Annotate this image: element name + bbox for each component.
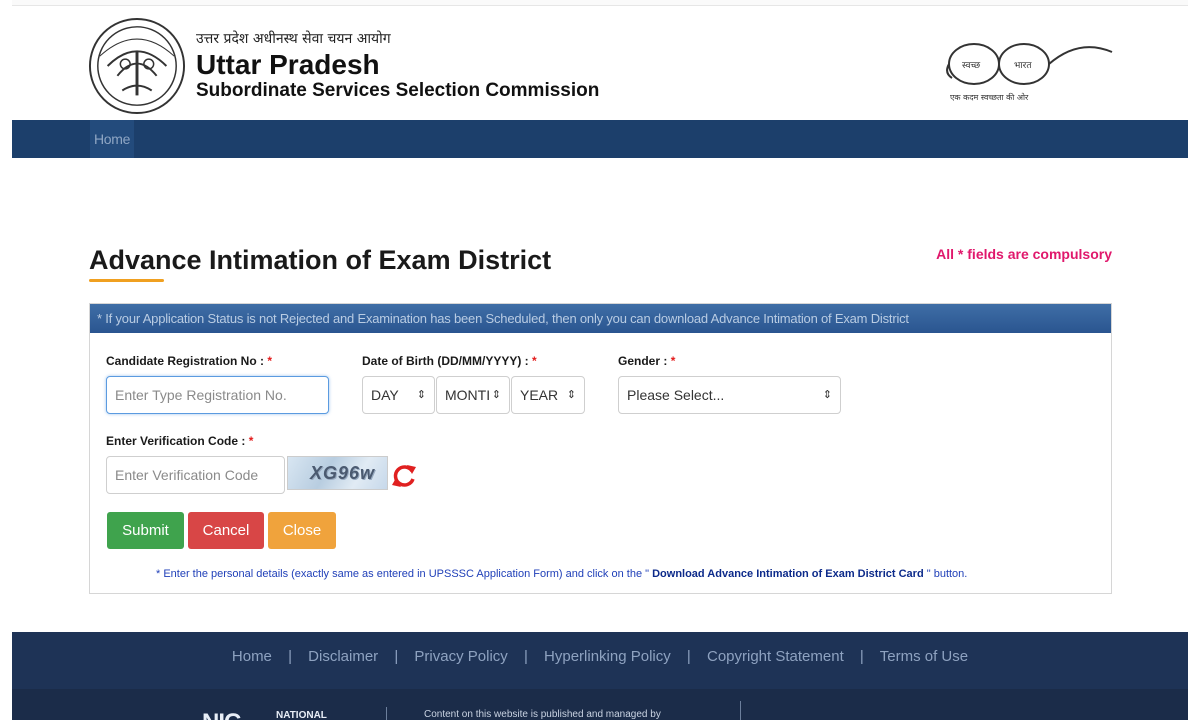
footer-separator: | [686,648,691,665]
footer-divider [386,707,387,720]
chevron-updown-icon: ⇕ [822,389,832,401]
footer-separator: | [288,648,292,665]
content-managed-note: Content on this website is published and… [424,709,661,720]
footer-divider [740,701,741,720]
org-title: Uttar Pradesh [196,49,380,80]
form-footnote: * Enter the personal details (exactly sa… [156,568,968,580]
title-underline [89,279,164,282]
org-subtitle: Subordinate Services Selection Commissio… [196,80,600,101]
cancel-button[interactable]: Cancel [188,512,264,549]
dob-day-select[interactable]: DAY ⇕ [362,376,435,414]
nav-item-home[interactable]: Home [90,120,135,158]
footer-link-hyperlinking-policy[interactable]: Hyperlinking Policy [544,648,671,665]
verification-input[interactable]: Enter Verification Code [106,456,285,494]
chevron-updown-icon: ⇕ [566,389,576,401]
footer-link-privacy-policy[interactable]: Privacy Policy [414,648,507,665]
main-navbar: Home [12,120,1188,158]
footer-bottom: NIC NATIONAL Content on this website is … [12,689,1188,720]
compulsory-note: All * fields are compulsory [936,246,1112,262]
gender-label: Gender : * [618,354,676,368]
registration-label: Candidate Registration No : * [106,354,273,368]
dob-label: Date of Birth (DD/MM/YYYY) : * [362,354,537,368]
page-title: Advance Intimation of Exam District [89,245,552,275]
swachh-caption: एक कदम स्वच्छता की ओर [950,93,1029,102]
nic-logo: NIC [202,709,241,720]
swachh-left-word: स्वच्छ [962,61,981,71]
site-header: उत्तर प्रदेश अधीनस्थ सेवा चयन आयोग Uttar… [0,6,1200,120]
chevron-updown-icon: ⇕ [416,389,426,401]
captcha-text: XG96w [310,463,376,483]
gender-select[interactable]: Please Select... ⇕ [618,376,841,414]
footer-link-disclaimer[interactable]: Disclaimer [308,648,378,665]
chevron-updown-icon: ⇕ [491,389,501,401]
form-panel: * If your Application Status is not Reje… [89,303,1112,594]
footer-links: Home | Disclaimer | Privacy Policy | Hyp… [12,632,1188,689]
verification-label: Enter Verification Code : * [106,434,254,448]
close-button[interactable]: Close [268,512,336,549]
up-state-emblem-icon [88,17,186,115]
captcha-image: XG96w [287,456,388,490]
footer-link-terms-of-use[interactable]: Terms of Use [880,648,968,665]
registration-input[interactable]: Enter Type Registration No. [106,376,329,414]
org-hindi-name: उत्तर प्रदेश अधीनस्थ सेवा चयन आयोग [196,31,391,47]
nic-text: NATIONAL [276,710,327,720]
dob-year-select[interactable]: YEAR ⇕ [511,376,585,414]
download-card-emphasis: Download Advance Intimation of Exam Dist… [652,568,924,580]
submit-button[interactable]: Submit [107,512,184,549]
footer-link-home[interactable]: Home [232,648,272,665]
refresh-icon[interactable] [390,462,418,490]
swachh-right-word: भारत [1014,61,1032,71]
footer-link-copyright-statement[interactable]: Copyright Statement [707,648,844,665]
footer-separator: | [394,648,399,665]
dob-month-select[interactable]: MONTI ⇕ [436,376,510,414]
panel-header-note: * If your Application Status is not Reje… [90,304,1111,333]
footer-separator: | [859,648,864,665]
footer-separator: | [523,648,528,665]
